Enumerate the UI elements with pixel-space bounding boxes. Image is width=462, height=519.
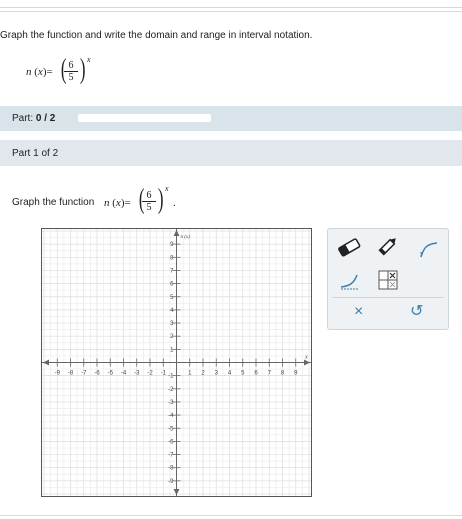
x-tick-label: -9 xyxy=(55,371,61,377)
graph-exponent: x xyxy=(165,184,169,193)
base-numerator: 6 xyxy=(64,60,78,72)
period: . xyxy=(173,197,176,209)
y-tick-label: -8 xyxy=(168,466,174,472)
x-tick-label: -3 xyxy=(134,371,140,377)
graph-base-fraction: 6 5 xyxy=(142,190,156,213)
part-label: Part: xyxy=(12,113,36,124)
function-variable: x xyxy=(37,66,43,78)
y-tick-label: 2 xyxy=(170,334,174,340)
part-progress-label: Part: 0 / 2 xyxy=(12,113,55,124)
top-divider-2 xyxy=(0,11,462,12)
clear-button[interactable]: × xyxy=(354,302,363,322)
graph-base-denominator: 5 xyxy=(146,202,152,213)
x-tick-label: -1 xyxy=(161,371,167,377)
graph-right-paren: ) xyxy=(157,184,164,215)
y-tick-label: -1 xyxy=(168,374,174,380)
y-tick-label: 7 xyxy=(170,268,174,274)
part-progress-value: 0 / 2 xyxy=(35,113,56,124)
x-tick-label: -7 xyxy=(81,371,87,377)
y-tick-label: 4 xyxy=(170,308,174,314)
x-axis-label: x xyxy=(304,355,308,361)
question-prompt: Graph the function and write the domain … xyxy=(0,30,313,41)
y-tick-label: -5 xyxy=(168,426,174,432)
part-header-label: Part 1 of 2 xyxy=(12,148,59,159)
pencil-icon[interactable] xyxy=(376,234,400,258)
y-axis-label: n (x) xyxy=(181,235,191,240)
function-name: n xyxy=(26,66,32,78)
y-tick-label: 9 xyxy=(170,242,174,248)
y-tick-label: -2 xyxy=(168,387,174,393)
top-divider xyxy=(0,7,462,8)
y-tick-label: 3 xyxy=(170,321,174,327)
graph-function-name: n xyxy=(104,197,110,209)
exponent: x xyxy=(87,55,91,64)
y-tick-label: 8 xyxy=(170,255,174,261)
exponential-decay-icon[interactable] xyxy=(338,269,362,291)
eraser-icon[interactable] xyxy=(336,236,362,258)
graph-canvas[interactable]: -9 -8 -7 -6 -5 -4 -3 -2 -1 1 2 3 4 5 6 7 8 9 9 8 7 6 5 4 3 2 1 -1 -2… xyxy=(41,228,312,497)
y-tick-label: -3 xyxy=(168,400,174,406)
y-tick-label: 5 xyxy=(170,295,174,301)
function-formula: n (x)= ( 6 5 ) x xyxy=(26,54,91,85)
exponential-curve-icon[interactable] xyxy=(418,237,440,259)
graph-toolbar: × ↺ xyxy=(327,228,449,330)
undo-button[interactable]: ↺ xyxy=(410,302,423,322)
toolbar-separator xyxy=(332,297,444,298)
graph-base-numerator: 6 xyxy=(142,190,156,202)
right-paren: ) xyxy=(79,54,86,85)
x-tick-label: -8 xyxy=(68,371,74,377)
graph-function-variable: x xyxy=(115,197,121,209)
base-fraction: 6 5 xyxy=(64,60,78,83)
progress-track xyxy=(78,114,211,122)
part-progress-bar: Part: 0 / 2 xyxy=(0,106,462,131)
base-denominator: 5 xyxy=(68,72,74,83)
y-tick-label: -4 xyxy=(168,413,174,419)
y-tick-label: -7 xyxy=(168,453,174,459)
x-tick-label: -5 xyxy=(108,371,114,377)
x-tick-label: -2 xyxy=(147,371,153,377)
x-tick-label: -6 xyxy=(94,371,100,377)
x-tick-label: -4 xyxy=(121,371,127,377)
part-header: Part 1 of 2 xyxy=(0,140,462,166)
y-tick-label: 6 xyxy=(170,282,174,288)
y-tick-label: 1 xyxy=(170,347,174,353)
y-tick-label: -6 xyxy=(168,439,174,445)
graph-prompt-formula: n (x)= ( 6 5 ) x . xyxy=(104,184,176,215)
y-tick-label: -9 xyxy=(168,479,174,485)
table-icon[interactable] xyxy=(377,269,399,291)
coordinate-grid[interactable]: -9 -8 -7 -6 -5 -4 -3 -2 -1 1 2 3 4 5 6 7 8 9987654321-1-2… xyxy=(42,229,311,496)
bottom-divider xyxy=(0,515,462,516)
